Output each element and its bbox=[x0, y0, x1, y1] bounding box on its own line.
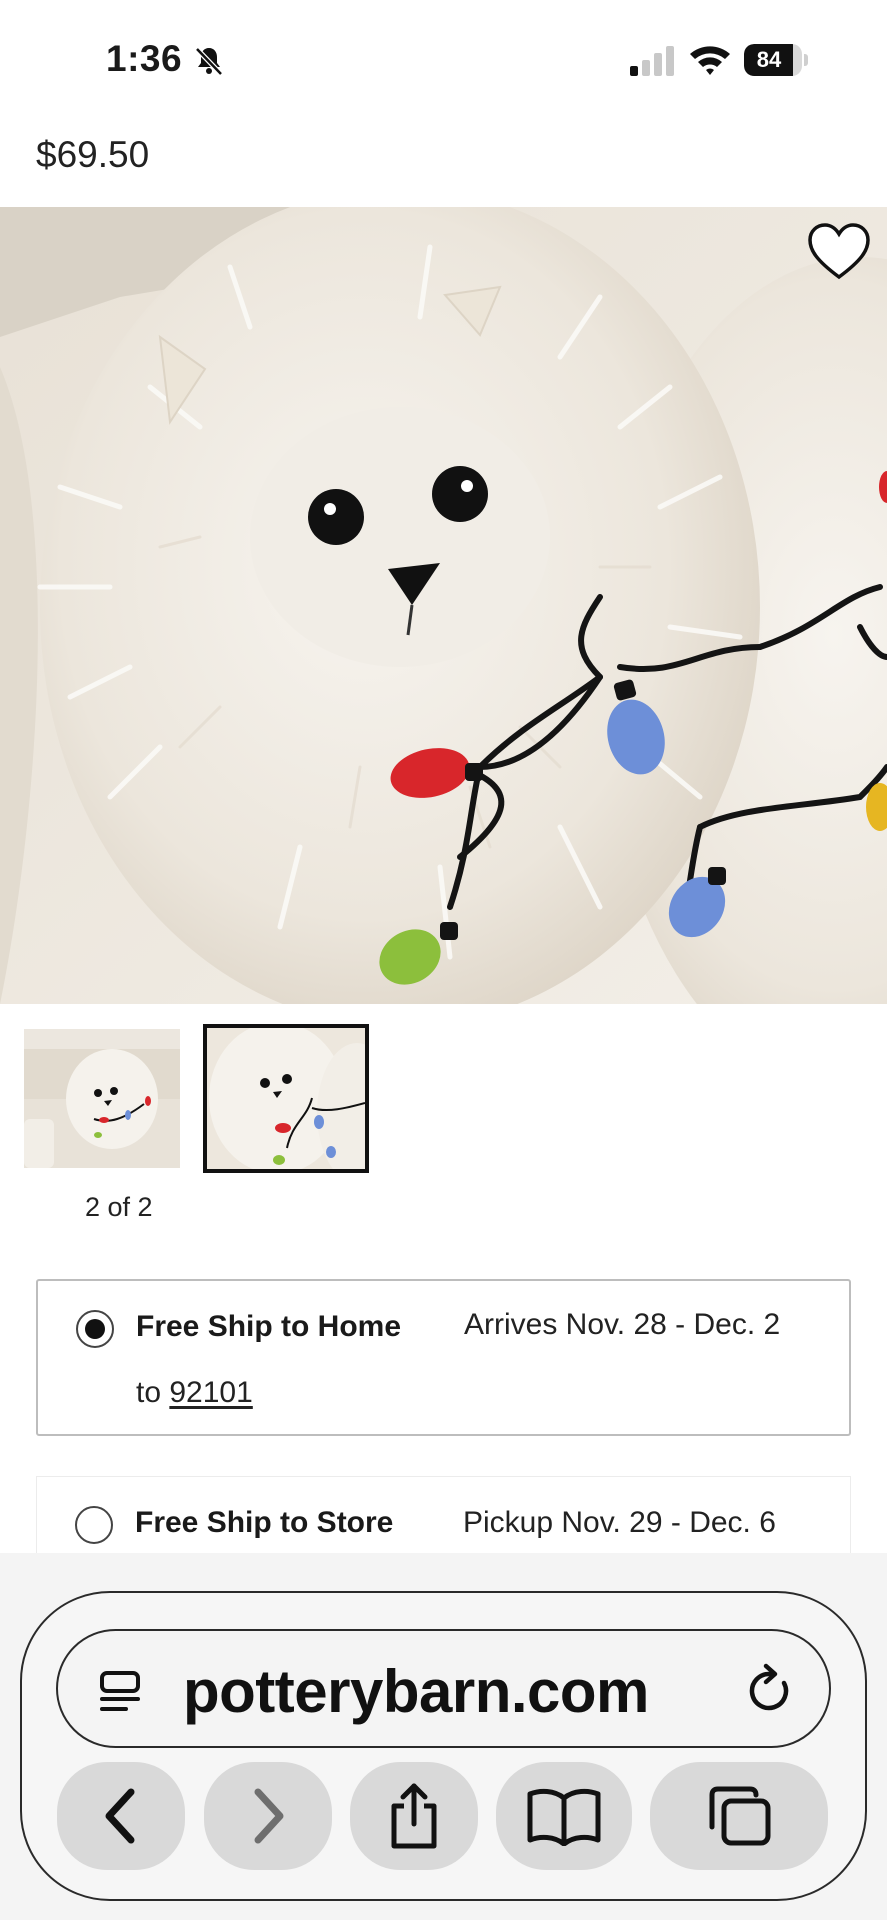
forward-button[interactable] bbox=[204, 1762, 332, 1870]
bookmarks-icon bbox=[527, 1788, 601, 1846]
back-icon bbox=[105, 1788, 135, 1844]
reload-icon[interactable] bbox=[744, 1663, 796, 1717]
ship-to-home-option[interactable]: Free Ship to Home Arrives Nov. 28 - Dec.… bbox=[36, 1279, 851, 1436]
address-bar[interactable]: potterybarn.com bbox=[56, 1629, 831, 1748]
forward-icon bbox=[254, 1788, 284, 1844]
tabs-icon bbox=[709, 1786, 771, 1846]
bell-muted-icon bbox=[195, 47, 223, 76]
back-button[interactable] bbox=[57, 1762, 185, 1870]
cellular-signal-icon bbox=[630, 46, 674, 76]
url-text[interactable]: potterybarn.com bbox=[183, 1657, 649, 1726]
wifi-icon bbox=[690, 46, 730, 75]
ship-to-store-radio[interactable] bbox=[75, 1506, 113, 1544]
ship-to-store-option[interactable]: Free Ship to Store Pickup Nov. 29 - Dec.… bbox=[36, 1476, 851, 1556]
status-bar: 1:36 84 bbox=[0, 0, 887, 118]
tabs-button[interactable] bbox=[650, 1762, 828, 1870]
bookmarks-button[interactable] bbox=[496, 1762, 632, 1870]
battery-icon: 84 bbox=[744, 44, 808, 76]
ship-to-store-pickup: Pickup Nov. 29 - Dec. 6 bbox=[463, 1506, 776, 1539]
share-button[interactable] bbox=[350, 1762, 478, 1870]
share-icon bbox=[391, 1783, 437, 1849]
zip-code-link[interactable]: 92101 bbox=[169, 1376, 252, 1409]
zip-prefix: to bbox=[136, 1376, 162, 1409]
battery-percent: 84 bbox=[756, 47, 782, 72]
ship-to-home-zip-line: to 92101 bbox=[136, 1376, 253, 1410]
product-main-image[interactable] bbox=[0, 207, 887, 1004]
ship-to-home-radio[interactable] bbox=[76, 1310, 114, 1348]
status-time: 1:36 bbox=[106, 38, 183, 79]
thumbnail-pillow-closeup[interactable] bbox=[203, 1024, 369, 1173]
ship-to-store-title: Free Ship to Store bbox=[135, 1506, 394, 1539]
ship-to-home-title: Free Ship to Home bbox=[136, 1310, 402, 1343]
image-counter: 2 of 2 bbox=[85, 1192, 153, 1222]
reader-mode-icon[interactable] bbox=[96, 1667, 144, 1715]
favorite-heart-icon[interactable] bbox=[806, 222, 872, 282]
product-price: $69.50 bbox=[36, 134, 150, 175]
ship-to-home-arrival: Arrives Nov. 28 - Dec. 2 bbox=[464, 1308, 781, 1341]
thumbnail-pillow-on-sofa[interactable] bbox=[24, 1029, 180, 1168]
